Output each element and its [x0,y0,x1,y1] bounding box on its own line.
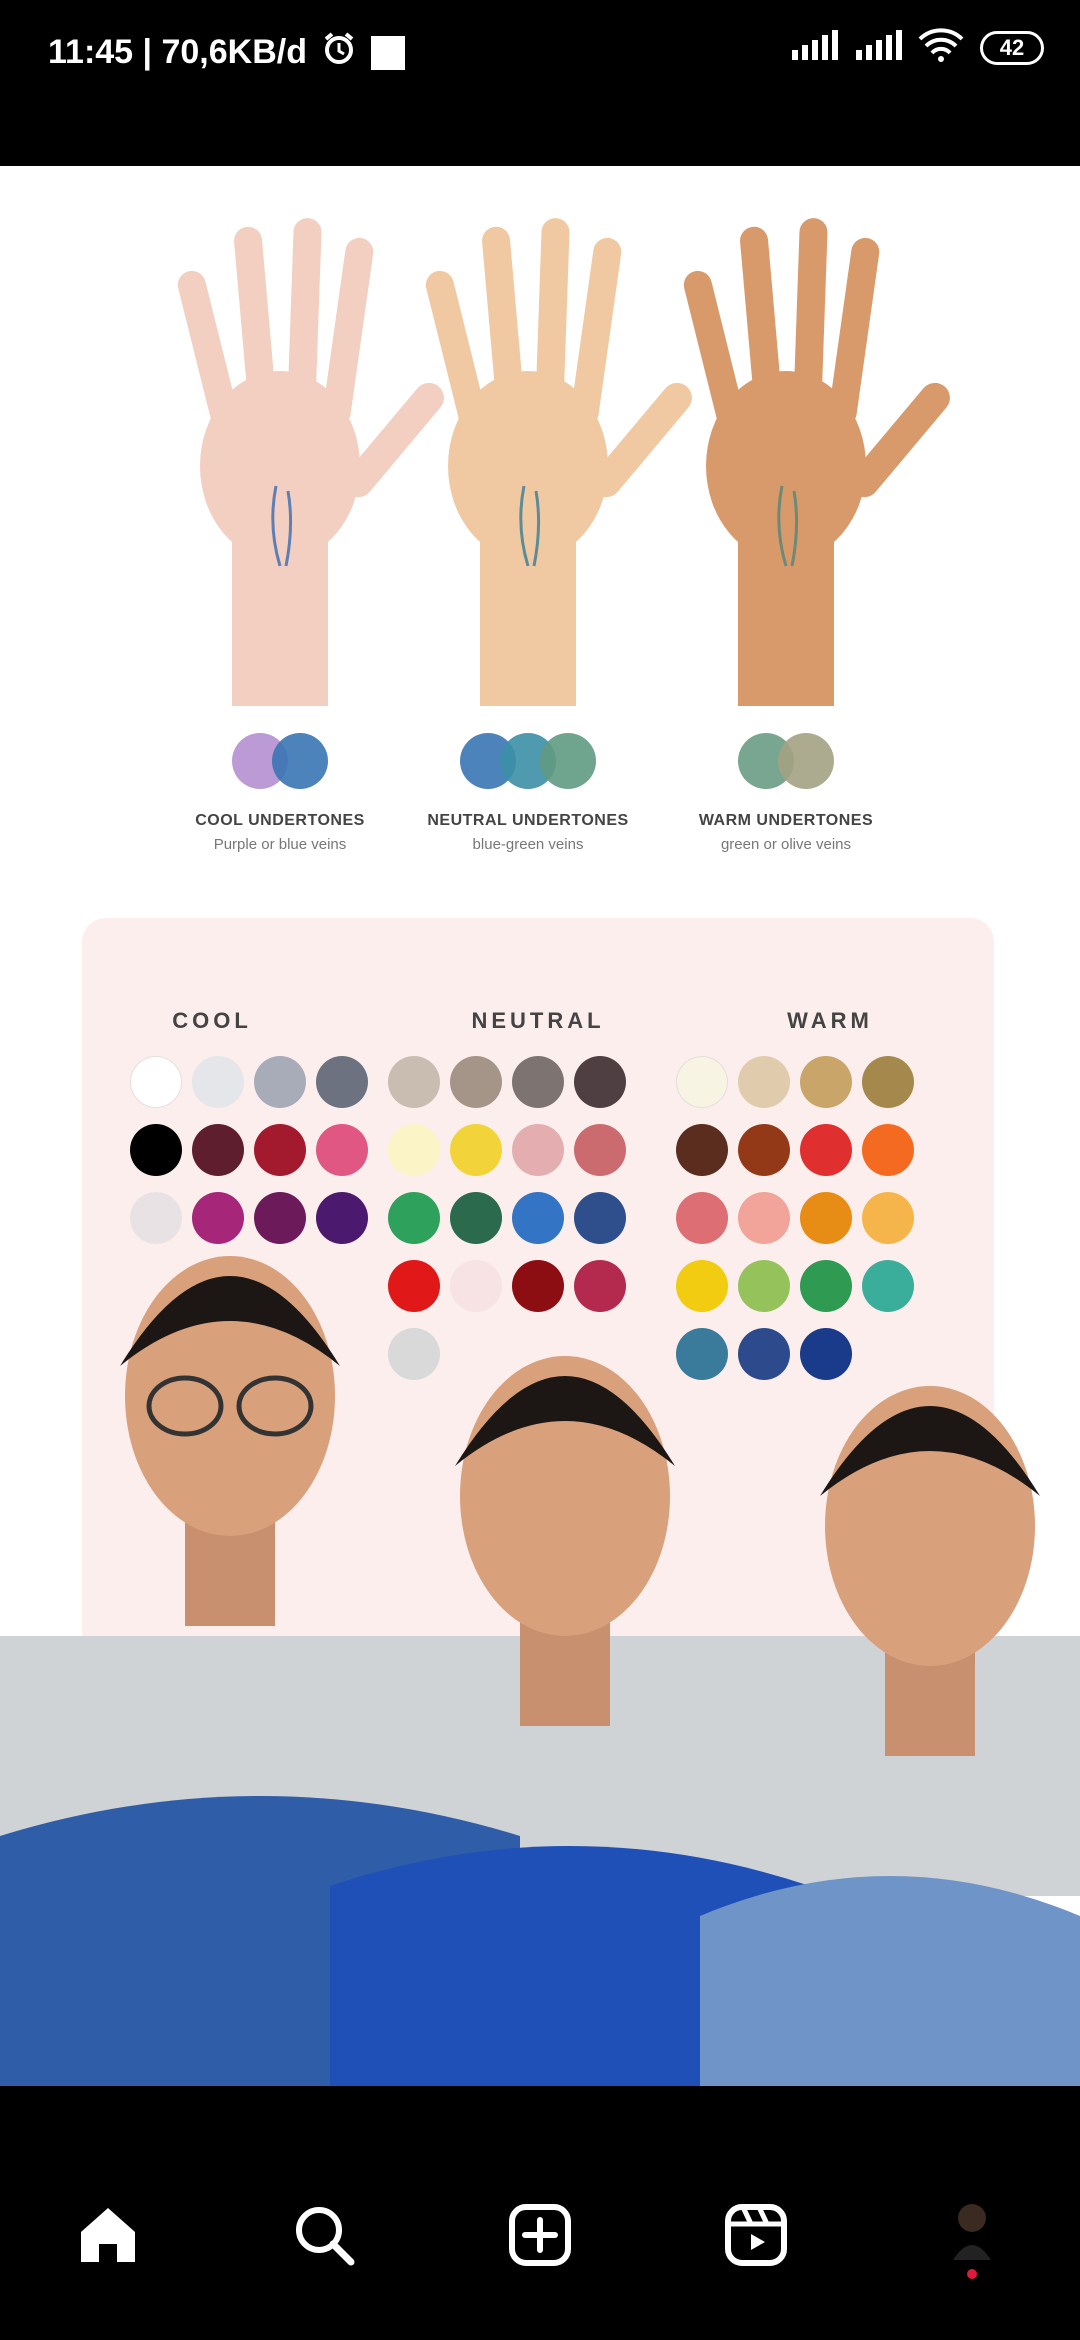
palette-swatch-warm [676,1124,728,1176]
undertone-title: WARM UNDERTONES [698,812,874,829]
battery-level: 42 [999,34,1025,60]
palette-swatch-neutral [388,1056,440,1108]
palette-swatch-cool [316,1124,368,1176]
palette-swatch-cool [130,1056,182,1108]
reels-icon[interactable] [696,2175,816,2295]
undertone-swatch [272,733,328,789]
palette-swatch-cool [316,1056,368,1108]
home-icon[interactable] [48,2175,168,2295]
signal-icon [854,30,902,65]
palette-swatch-warm [676,1056,728,1108]
create-icon[interactable] [480,2175,600,2295]
alarm-icon [321,30,357,75]
palette-swatch-warm [800,1124,852,1176]
palette-swatch-neutral [512,1124,564,1176]
palette-swatch-warm [862,1124,914,1176]
status-bar: 11:45 | 70,6KB/d 42 [0,0,1080,166]
undertone-title: NEUTRAL UNDERTONES [427,812,629,829]
palette-swatch-warm [738,1056,790,1108]
palette-title-warm: WARM [787,1008,873,1033]
signal-icon [790,30,838,65]
hand-1 [425,218,692,789]
undertone-subtitle: blue-green veins [472,836,584,853]
undertone-swatch [778,733,834,789]
palette-swatch-neutral [450,1124,502,1176]
bottom-navigation [0,2086,1080,2340]
palette-swatch-cool [192,1056,244,1108]
palette-swatch-neutral [450,1056,502,1108]
hand-0 [177,218,444,789]
undertone-caption: WARM UNDERTONES green or olive veins [636,812,936,853]
palette-swatch-warm [800,1056,852,1108]
palette-swatch-neutral [574,1124,626,1176]
undertone-swatch [540,733,596,789]
battery-icon: 42 [980,30,1044,65]
palette-title-cool: COOL [172,1008,252,1033]
palette-swatch-neutral [574,1056,626,1108]
people-video [0,1256,1080,2086]
undertone-caption: NEUTRAL UNDERTONES blue-green veins [378,812,678,853]
palette-swatch-cool [130,1124,182,1176]
undertone-subtitle: green or olive veins [720,836,852,853]
search-icon[interactable] [264,2175,384,2295]
palette-swatch-cool [254,1056,306,1108]
palette-swatch-cool [192,1124,244,1176]
palette-swatch-warm [738,1124,790,1176]
palette-swatch-warm [862,1056,914,1108]
status-time: 11:45 | 70,6KB/d [48,33,307,71]
hands-illustration [177,218,950,789]
palette-title-neutral: NEUTRAL [471,1008,605,1033]
hand-2 [683,218,950,789]
profile-avatar[interactable] [912,2175,1032,2295]
palette-swatch-neutral [512,1056,564,1108]
palette-swatch-neutral [388,1124,440,1176]
wifi-icon [918,28,964,67]
video-frame[interactable]: COOL UNDERTONES Purple or blue veins NEUTR… [0,166,1080,2086]
palette-swatch-cool [254,1124,306,1176]
notification-square-icon [370,35,405,70]
